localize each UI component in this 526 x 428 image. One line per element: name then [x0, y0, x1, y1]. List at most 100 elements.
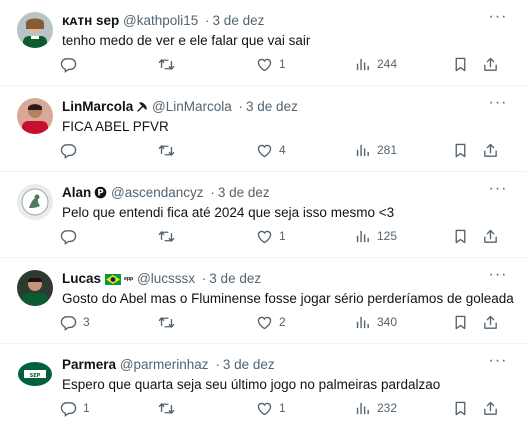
retweet-icon [158, 400, 175, 417]
tweet-header: ᴋᴀᴛʜ sep @kathpoli15 · 3 de dez [62, 11, 486, 31]
share-button[interactable] [482, 398, 499, 418]
like-icon [256, 56, 273, 73]
timestamp[interactable]: 3 de dez [213, 13, 265, 28]
tweet[interactable]: ᴋᴀᴛʜ sep @kathpoli15 · 3 de dez ··· tenho… [0, 0, 526, 86]
share-button[interactable] [482, 140, 499, 160]
display-name[interactable]: Parmera [62, 357, 116, 372]
username[interactable]: @kathpoli15 [123, 13, 198, 28]
retweet-button[interactable] [158, 140, 181, 160]
display-name[interactable]: Lucas [62, 271, 101, 286]
tweet-actions: 1 125 [0, 226, 526, 246]
views-button[interactable]: 125 [354, 226, 397, 246]
more-options-icon[interactable]: ··· [488, 95, 508, 116]
avatar[interactable] [17, 184, 53, 220]
view-count: 244 [377, 57, 398, 71]
bookmark-button[interactable] [452, 140, 469, 160]
like-icon [256, 142, 273, 159]
tweet[interactable]: Lucas ᵉᵖᵖ @lucsssx · 3 de dez ··· Gosto do… [0, 258, 526, 344]
views-button[interactable]: 244 [354, 54, 397, 74]
avatar[interactable] [17, 98, 53, 134]
tweet[interactable]: SEP Parmera @parmerinhaz · 3 de dez ··· E… [0, 344, 526, 428]
view-count: 281 [377, 143, 398, 157]
bookmark-icon [452, 314, 469, 331]
view-count: 125 [377, 229, 398, 243]
retweet-button[interactable] [158, 226, 181, 246]
bookmark-button[interactable] [452, 398, 469, 418]
retweet-icon [158, 228, 175, 245]
bookmark-button[interactable] [452, 54, 469, 74]
reply-button[interactable] [60, 140, 83, 160]
username[interactable]: @LinMarcola [152, 99, 232, 114]
view-count: 340 [377, 315, 398, 329]
display-name[interactable]: ᴋᴀᴛʜ sep [62, 13, 119, 28]
share-icon [482, 228, 499, 245]
like-button[interactable]: 1 [256, 54, 286, 74]
views-icon [354, 142, 371, 159]
bookmark-button[interactable] [452, 312, 469, 332]
timestamp[interactable]: 3 de dez [209, 271, 261, 286]
retweet-button[interactable] [158, 398, 181, 418]
separator-dot: · [205, 13, 210, 28]
reply-icon [60, 56, 77, 73]
retweet-icon [158, 56, 175, 73]
tweet-header: LinMarcola @LinMarcola · 3 de dez [62, 97, 486, 117]
views-button[interactable]: 232 [354, 398, 397, 418]
retweet-button[interactable] [158, 312, 181, 332]
svg-text:SEP: SEP [30, 373, 41, 379]
svg-text:P: P [98, 189, 104, 199]
name-suffix: ᵉᵖᵖ [124, 275, 134, 284]
more-options-icon[interactable]: ··· [488, 267, 508, 288]
avatar[interactable] [17, 12, 53, 48]
views-button[interactable]: 281 [354, 140, 397, 160]
more-options-icon[interactable]: ··· [488, 353, 508, 374]
tweet-actions: 1 244 [0, 54, 526, 74]
display-name[interactable]: Alan [62, 185, 91, 200]
share-icon [482, 142, 499, 159]
timestamp[interactable]: 3 de dez [223, 357, 275, 372]
avatar[interactable] [17, 270, 53, 306]
like-count: 4 [279, 143, 286, 157]
bookmark-icon [452, 56, 469, 73]
retweet-icon [158, 142, 175, 159]
bookmark-button[interactable] [452, 226, 469, 246]
more-options-icon[interactable]: ··· [488, 181, 508, 202]
username[interactable]: @ascendancyz [111, 185, 204, 200]
like-button[interactable]: 4 [256, 140, 286, 160]
more-options-icon[interactable]: ··· [488, 9, 508, 30]
tweet-actions: 4 281 [0, 140, 526, 160]
share-button[interactable] [482, 312, 499, 332]
reply-icon [60, 314, 77, 331]
share-icon [482, 400, 499, 417]
reply-button[interactable] [60, 54, 83, 74]
like-button[interactable]: 1 [256, 398, 286, 418]
reply-count: 3 [83, 315, 90, 329]
share-button[interactable] [482, 226, 499, 246]
timestamp[interactable]: 3 de dez [218, 185, 270, 200]
reply-icon [60, 400, 77, 417]
like-button[interactable]: 2 [256, 312, 286, 332]
like-count: 1 [279, 57, 286, 71]
like-count: 1 [279, 401, 286, 415]
separator-dot: · [210, 185, 215, 200]
retweet-button[interactable] [158, 54, 181, 74]
reply-button[interactable]: 3 [60, 312, 90, 332]
username[interactable]: @parmerinhaz [120, 357, 209, 372]
tweet[interactable]: Alan P @ascendancyz · 3 de dez ··· Pelo qu… [0, 172, 526, 258]
views-button[interactable]: 340 [354, 312, 397, 332]
like-icon [256, 400, 273, 417]
reply-feed: ᴋᴀᴛʜ sep @kathpoli15 · 3 de dez ··· tenho… [0, 0, 526, 428]
tweet-text: FICA ABEL PFVR [62, 119, 169, 134]
views-icon [354, 56, 371, 73]
share-button[interactable] [482, 54, 499, 74]
like-button[interactable]: 1 [256, 226, 286, 246]
separator-dot: · [215, 357, 220, 372]
avatar[interactable]: SEP [17, 356, 53, 392]
display-name[interactable]: LinMarcola [62, 99, 133, 114]
username[interactable]: @lucsssx [137, 271, 195, 286]
reply-button[interactable]: 1 [60, 398, 90, 418]
tweet-header: Parmera @parmerinhaz · 3 de dez [62, 355, 486, 375]
reply-button[interactable] [60, 226, 83, 246]
timestamp[interactable]: 3 de dez [246, 99, 298, 114]
tweet[interactable]: LinMarcola @LinMarcola · 3 de dez ··· FIC… [0, 86, 526, 172]
like-icon [256, 228, 273, 245]
